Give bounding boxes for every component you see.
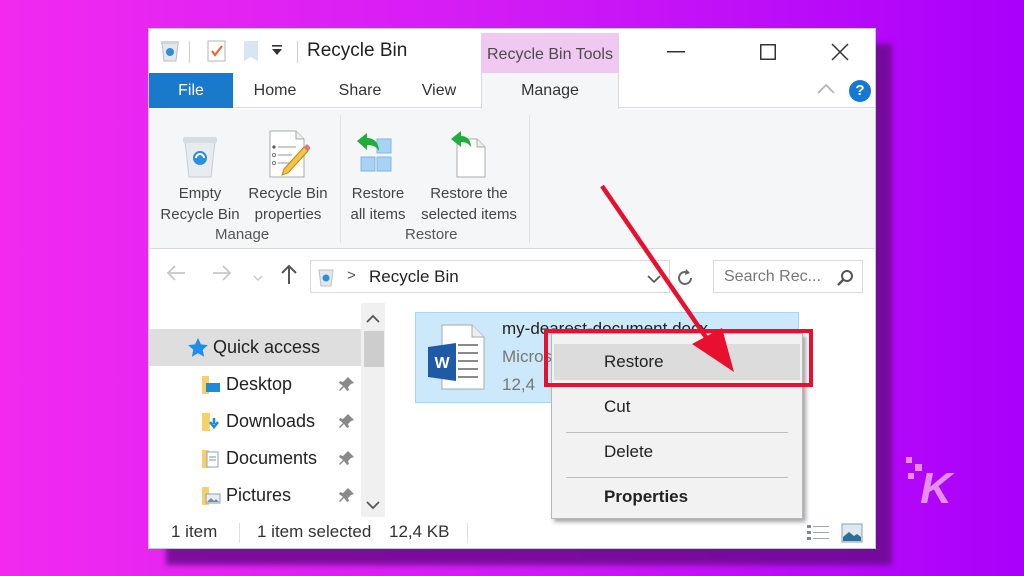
arrow-shaft — [600, 184, 714, 348]
arrow-head — [692, 328, 734, 372]
svg-text:K: K — [920, 464, 955, 507]
annotation-arrow — [600, 184, 734, 372]
brand-logo: K — [902, 455, 958, 513]
